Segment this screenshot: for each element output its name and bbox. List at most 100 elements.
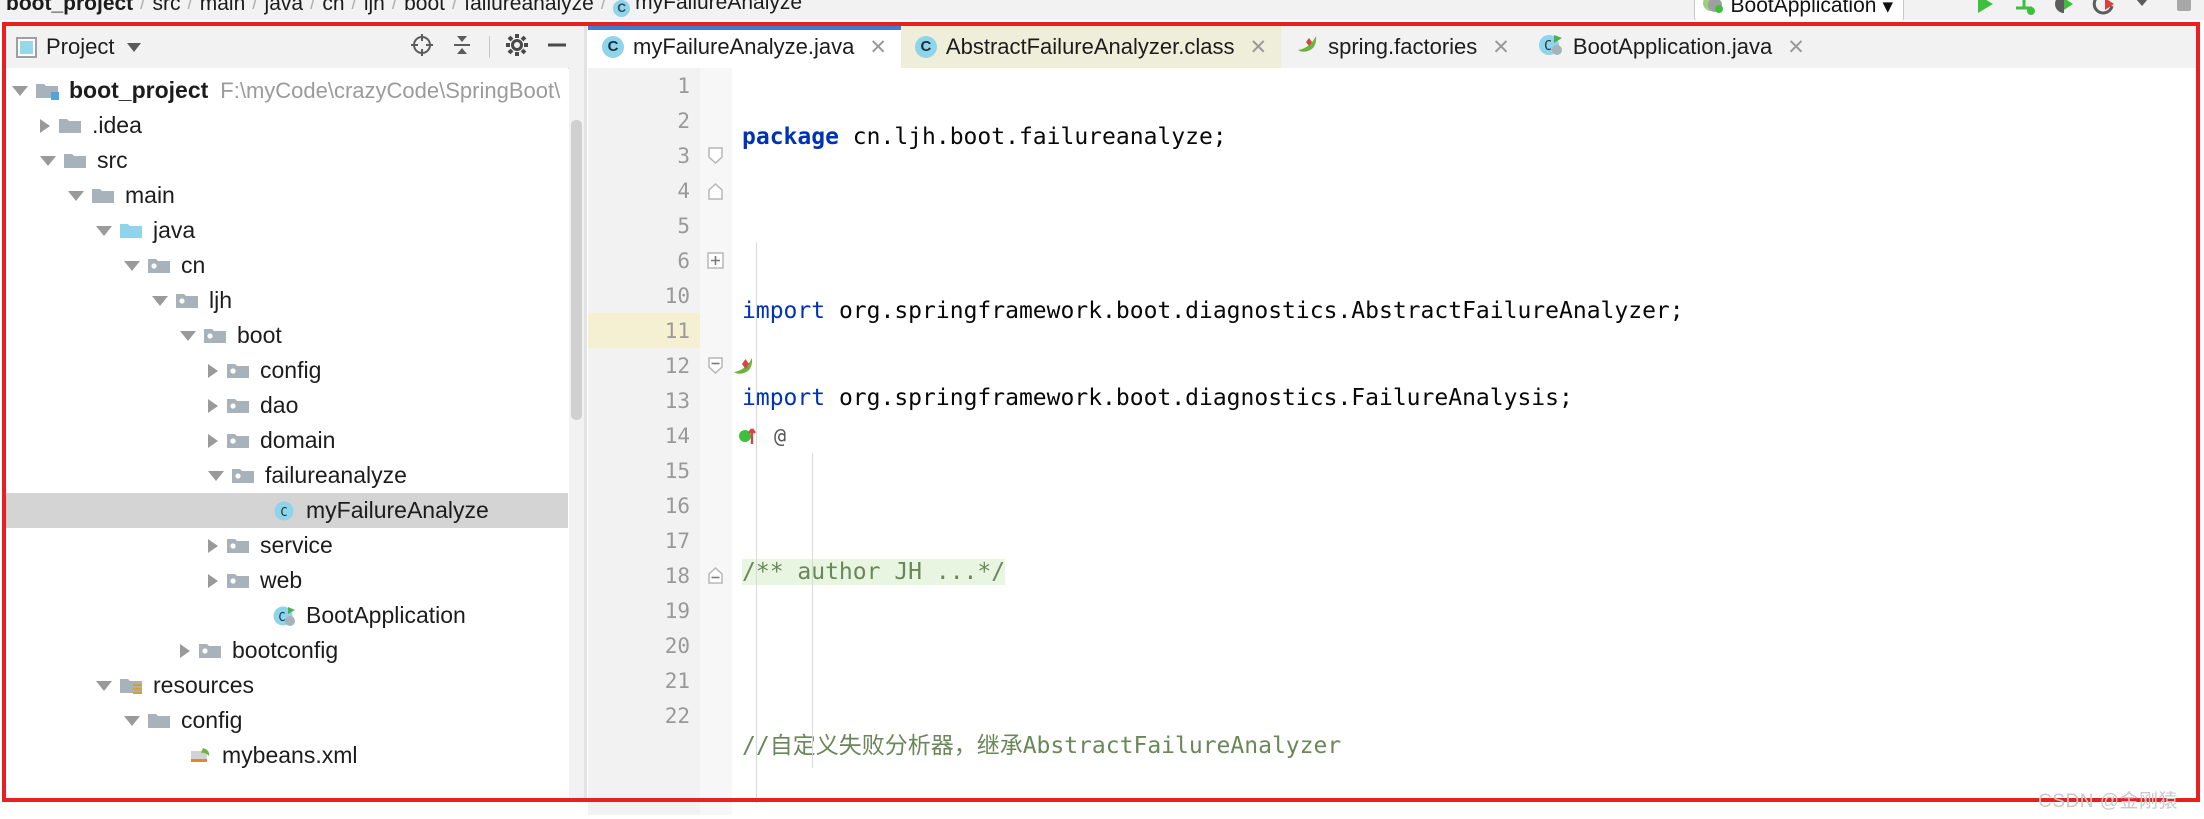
chevron-expanded-icon[interactable] [40, 155, 56, 166]
project-tree-scrollbar-thumb[interactable] [571, 120, 582, 420]
breadcrumb-item-ljh[interactable]: ljh [358, 0, 391, 16]
line-number-14: 14 @ [588, 418, 786, 453]
tree-label: main [125, 182, 175, 208]
folded-javadoc-comment[interactable]: /** author JH ...*/ [742, 559, 1006, 585]
chevron-collapsed-icon[interactable] [208, 573, 218, 588]
package-folder-icon [226, 570, 252, 591]
breadcrumb-item-boot_project[interactable]: boot_project [0, 0, 139, 16]
project-tree[interactable]: boot_project F:\myCode\crazyCode\SpringB… [6, 68, 568, 798]
fold-expand-javadoc-icon[interactable] [706, 251, 725, 270]
tab-bootapplication-java[interactable]: C BootApplication.java ✕ [1524, 26, 1819, 68]
tree-item-service[interactable]: service [6, 528, 568, 563]
chevron-collapsed-icon[interactable] [208, 538, 218, 553]
settings-gear-icon[interactable] [504, 32, 530, 63]
breadcrumb: boot_project / src / main / java / cn / … [0, 0, 808, 17]
line-number: 3 [677, 143, 690, 168]
debug-button[interactable] [2052, 0, 2074, 14]
chevron-collapsed-icon[interactable] [208, 363, 218, 378]
stop-button[interactable] [2172, 0, 2194, 14]
chevron-collapsed-icon[interactable] [40, 118, 50, 133]
editor-code-text[interactable]: package cn.ljh.boot.failureanalyze; impo… [732, 68, 2200, 815]
tab-abstractfailureanalyzer-class[interactable]: C AbstractFailureAnalyzer.class ✕ [900, 26, 1282, 68]
chevron-expanded-icon[interactable] [96, 680, 112, 691]
java-runnable-class-icon: C [1538, 33, 1564, 62]
tree-item-resources[interactable]: resources [6, 668, 568, 703]
editor-fold-column[interactable] [700, 68, 732, 815]
fold-region-import-start-icon[interactable] [706, 146, 725, 165]
tree-item-src[interactable]: src [6, 143, 568, 178]
tree-item-mybeans-xml[interactable]: mybeans.xml [6, 738, 568, 773]
tree-item-boot_project[interactable]: boot_project F:\myCode\crazyCode\SpringB… [6, 73, 568, 108]
package-folder-icon [226, 360, 252, 381]
breadcrumb-item-cn[interactable]: cn [316, 0, 350, 16]
chevron-expanded-icon[interactable] [124, 715, 140, 726]
breadcrumb-item-main[interactable]: main [194, 0, 252, 16]
chevron-expanded-icon[interactable] [96, 225, 112, 236]
hide-panel-icon[interactable] [544, 32, 570, 63]
tree-item-myfailureanalyze[interactable]: C myFailureAnalyze [6, 493, 568, 528]
tree-item-main[interactable]: main [6, 178, 568, 213]
run-with-coverage-button[interactable] [2092, 0, 2114, 15]
run-button[interactable] [1972, 0, 1994, 14]
locate-in-tree-icon[interactable] [409, 32, 435, 63]
chevron-expanded-icon[interactable] [68, 190, 84, 201]
tree-item-idea[interactable]: .idea [6, 108, 568, 143]
breadcrumb-item-src[interactable]: src [146, 0, 186, 16]
chevron-expanded-icon[interactable] [124, 260, 140, 271]
tree-item-failureanalyze[interactable]: failureanalyze [6, 458, 568, 493]
chevron-down-icon[interactable]: ▾ [1882, 0, 1893, 19]
tree-label: boot_project [69, 77, 209, 103]
breadcrumb-class-label: myFailureAnalyze [635, 0, 803, 14]
chevron-collapsed-icon[interactable] [180, 643, 190, 658]
breadcrumb-item-myfailureanalyze[interactable]: CmyFailureAnalyze [607, 0, 808, 17]
runnable-class-icon: C [272, 605, 298, 626]
tree-item-config[interactable]: config [6, 353, 568, 388]
project-tree-scrollbar-track[interactable] [569, 68, 584, 798]
tree-item-domain[interactable]: domain [6, 423, 568, 458]
breadcrumb-item-failureanalyze[interactable]: failureanalyze [458, 0, 600, 16]
import-path: org.springframework.boot.diagnostics.Abs… [825, 298, 1684, 324]
tab-spring-factories[interactable]: spring.factories ✕ [1281, 26, 1524, 68]
run-configuration-selector[interactable]: BootApplication ▾ [1693, 0, 1904, 20]
close-icon[interactable]: ✕ [1249, 37, 1267, 58]
svg-text:C: C [280, 505, 287, 519]
breadcrumb-separator: / [600, 0, 607, 14]
fold-collapse-method-icon[interactable] [706, 356, 725, 375]
breadcrumb-item-boot[interactable]: boot [398, 0, 451, 16]
tree-item-resources-config[interactable]: config [6, 703, 568, 738]
code-line-4: import org.springframework.boot.diagnost… [732, 381, 2200, 416]
panel-splitter[interactable] [584, 26, 587, 798]
build-button[interactable] [2012, 0, 2035, 15]
chevron-expanded-icon[interactable] [180, 330, 196, 341]
tab-myfailureanalyze-java[interactable]: C myFailureAnalyze.java ✕ [588, 26, 901, 68]
tree-item-ljh[interactable]: ljh [6, 283, 568, 318]
chevron-expanded-icon[interactable] [12, 85, 28, 96]
chevron-down-icon[interactable] [127, 42, 142, 52]
resources-folder-icon [119, 675, 145, 696]
tree-item-bootconfig[interactable]: bootconfig [6, 633, 568, 668]
code-editor[interactable]: 1 2 3 4 5 6 10 11 12 13 14 @ 15 16 17 18… [588, 68, 2200, 815]
tree-label: resources [153, 672, 254, 698]
tree-item-bootapplication[interactable]: C BootApplication [6, 598, 568, 633]
editor-gutter[interactable]: 1 2 3 4 5 6 10 11 12 13 14 @ 15 16 17 18… [588, 68, 786, 815]
close-icon[interactable]: ✕ [1492, 37, 1510, 58]
close-icon[interactable]: ✕ [869, 37, 887, 58]
tree-item-web[interactable]: web [6, 563, 568, 598]
tree-item-boot[interactable]: boot [6, 318, 568, 353]
fold-region-import-end-icon[interactable] [706, 182, 725, 201]
chevron-collapsed-icon[interactable] [208, 433, 218, 448]
chevron-expanded-icon[interactable] [152, 295, 168, 306]
close-icon[interactable]: ✕ [1787, 37, 1805, 58]
chevron-expanded-icon[interactable] [208, 470, 224, 481]
breadcrumb-item-java[interactable]: java [259, 0, 310, 16]
collapse-all-icon[interactable] [449, 32, 475, 63]
tree-label: service [260, 532, 333, 558]
tree-item-java[interactable]: java [6, 213, 568, 248]
chevron-collapsed-icon[interactable] [208, 398, 218, 413]
tree-item-cn[interactable]: cn [6, 248, 568, 283]
tree-item-dao[interactable]: dao [6, 388, 568, 423]
chevron-down-icon[interactable] [2132, 0, 2154, 14]
fold-collapse-method-end-icon[interactable] [706, 566, 725, 585]
project-panel-title-button[interactable]: Project [16, 34, 142, 60]
